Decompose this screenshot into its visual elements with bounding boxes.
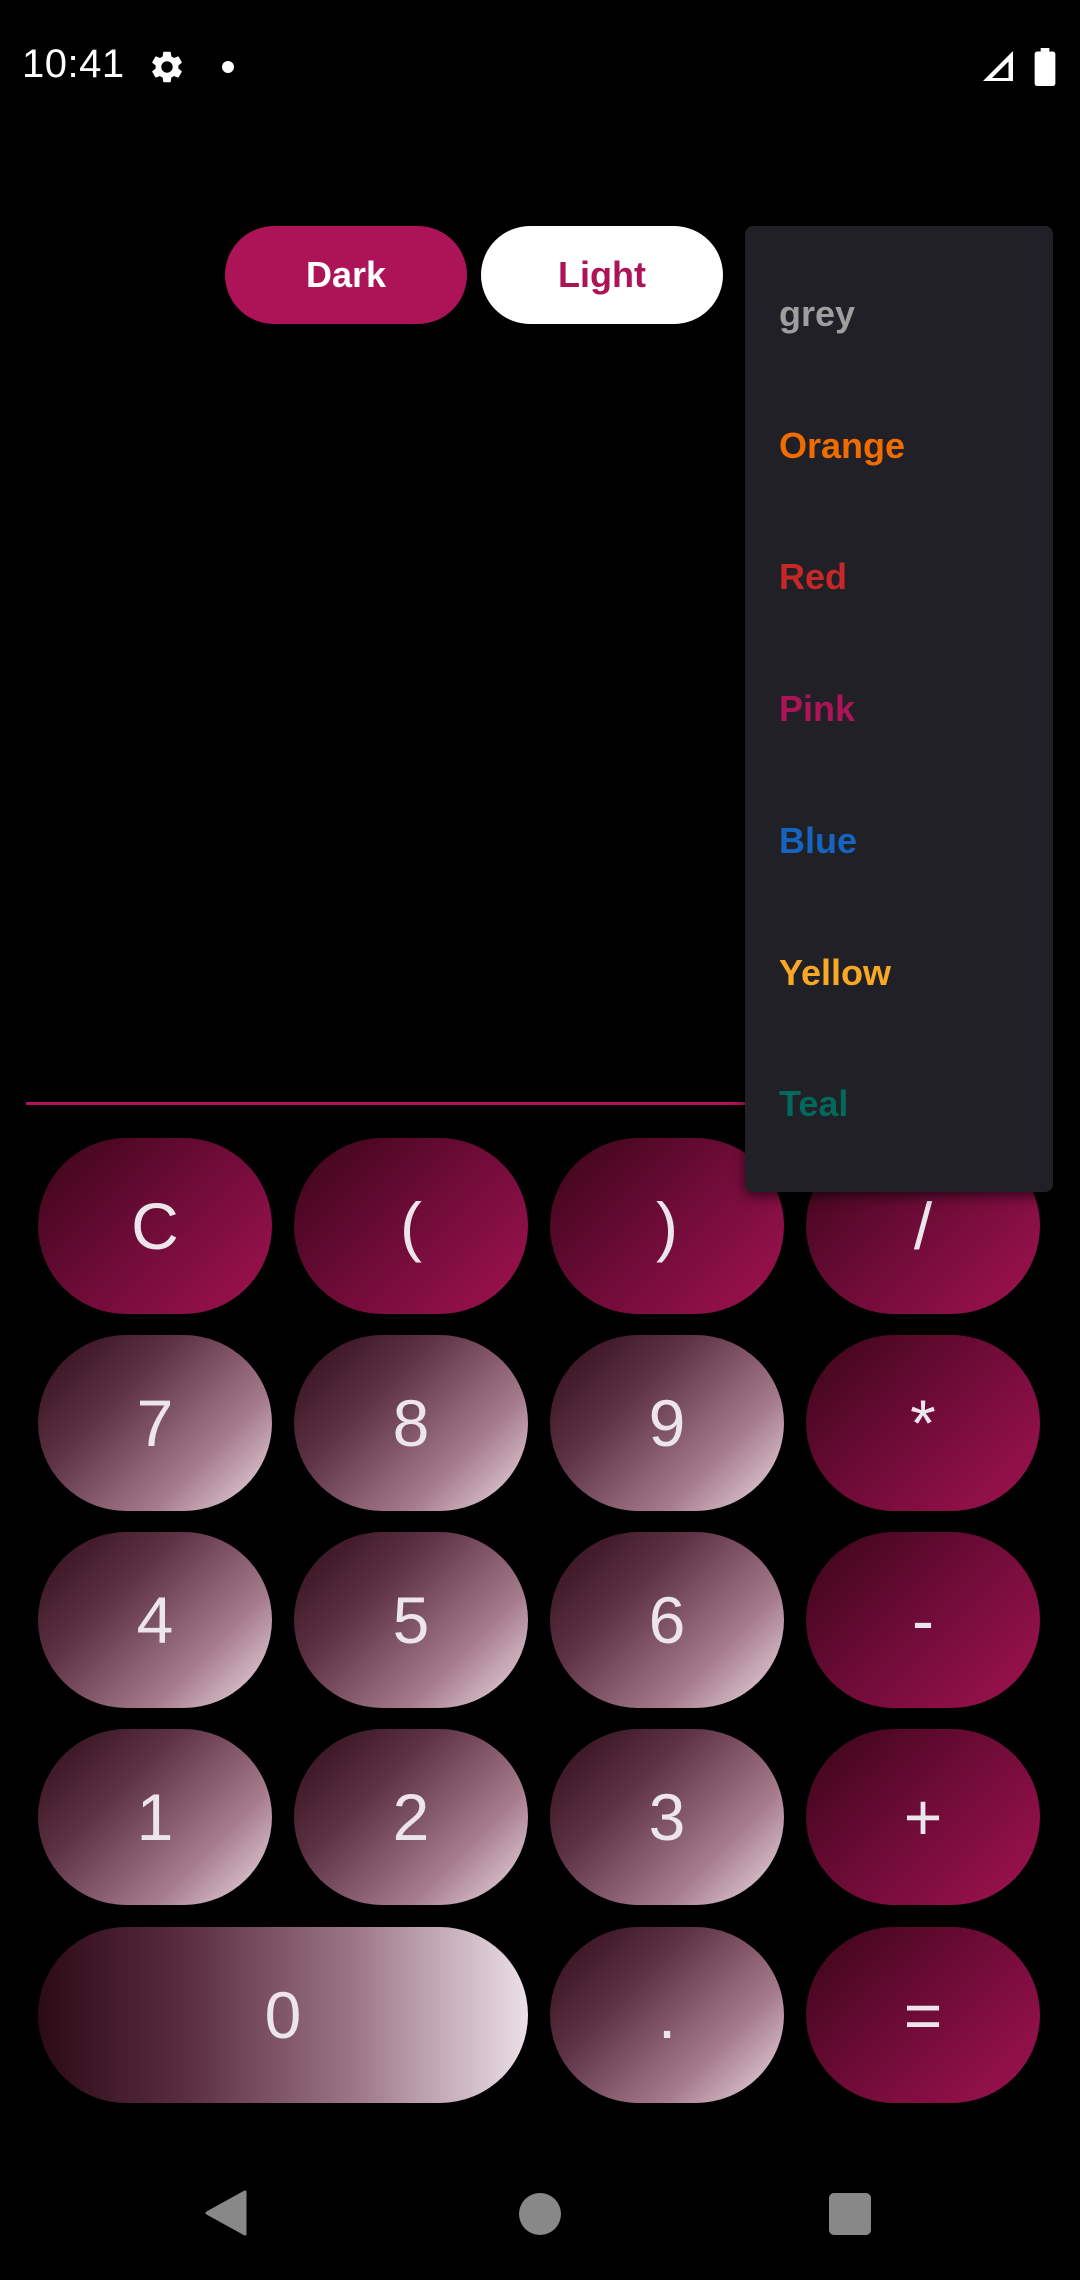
key-equals[interactable]: = <box>806 1927 1040 2103</box>
display-divider <box>26 1102 756 1105</box>
key-clear[interactable]: C <box>38 1138 272 1314</box>
signal-icon <box>983 51 1013 81</box>
menu-item-label: Teal <box>779 1083 849 1124</box>
home-icon[interactable] <box>519 2193 561 2235</box>
key-add[interactable]: + <box>806 1729 1040 1905</box>
key-5[interactable]: 5 <box>294 1532 528 1708</box>
light-theme-button[interactable]: Light <box>481 226 723 324</box>
menu-item-orange[interactable]: Orange <box>779 416 905 476</box>
menu-item-label: Pink <box>779 688 856 729</box>
dark-theme-button[interactable]: Dark <box>225 226 467 324</box>
color-menu: grey Orange Red Pink Blue Yellow Teal <box>745 226 1053 1192</box>
key-9[interactable]: 9 <box>550 1335 784 1511</box>
key-2[interactable]: 2 <box>294 1729 528 1905</box>
menu-item-label: Orange <box>779 425 906 466</box>
status-bar: 10:41 <box>0 0 1080 134</box>
key-open-paren[interactable]: ( <box>294 1138 528 1314</box>
menu-item-label: Blue <box>779 820 858 861</box>
menu-item-blue[interactable]: Blue <box>779 811 857 871</box>
key-4[interactable]: 4 <box>38 1532 272 1708</box>
notification-dot-icon <box>222 61 234 73</box>
status-time: 10:41 <box>22 42 125 86</box>
key-decimal[interactable]: . <box>550 1927 784 2103</box>
menu-item-teal[interactable]: Teal <box>779 1074 848 1134</box>
key-7[interactable]: 7 <box>38 1335 272 1511</box>
key-1[interactable]: 1 <box>38 1729 272 1905</box>
key-0[interactable]: 0 <box>38 1927 528 2103</box>
menu-item-label: Red <box>779 556 848 597</box>
key-3[interactable]: 3 <box>550 1729 784 1905</box>
back-icon[interactable] <box>205 2190 247 2236</box>
menu-item-grey[interactable]: grey <box>779 284 855 344</box>
recents-icon[interactable] <box>829 2193 871 2235</box>
menu-item-yellow[interactable]: Yellow <box>779 943 891 1003</box>
battery-icon <box>1034 48 1056 86</box>
key-subtract[interactable]: - <box>806 1532 1040 1708</box>
key-multiply[interactable]: * <box>806 1335 1040 1511</box>
menu-item-red[interactable]: Red <box>779 547 847 607</box>
key-6[interactable]: 6 <box>550 1532 784 1708</box>
menu-item-label: grey <box>779 293 856 334</box>
key-8[interactable]: 8 <box>294 1335 528 1511</box>
settings-gear-icon <box>152 51 182 83</box>
menu-item-label: Yellow <box>779 952 892 993</box>
menu-item-pink[interactable]: Pink <box>779 679 855 739</box>
